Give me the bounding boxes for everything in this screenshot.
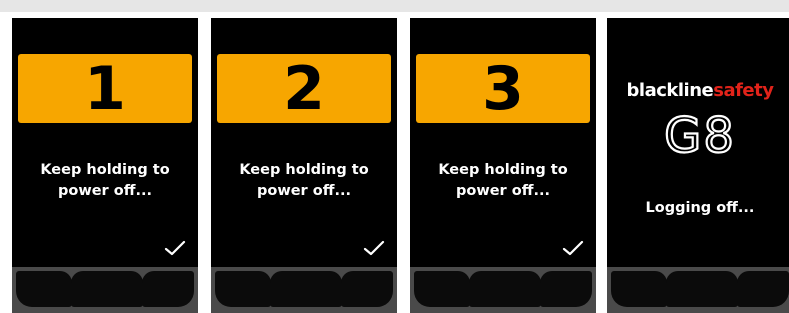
- softkey-bar: [211, 267, 397, 313]
- checkmark-icon: [363, 240, 385, 256]
- softkey-middle[interactable]: [71, 271, 143, 307]
- softkey-bar: [410, 267, 596, 313]
- device-screen-1: 1 Keep holding to power off...: [12, 18, 198, 313]
- message-line-2: power off...: [256, 183, 351, 199]
- countdown-number: 2: [283, 53, 325, 124]
- countdown-banner: 3: [416, 54, 590, 123]
- model-logo: G8: [663, 108, 736, 164]
- logging-off-status: Logging off...: [645, 200, 755, 216]
- brand-name-red: safety: [713, 80, 774, 101]
- message-line-1: Keep holding to: [40, 162, 170, 178]
- brand-name-black: blackline: [626, 80, 714, 101]
- power-off-message: Keep holding to power off...: [12, 160, 198, 202]
- countdown-number: 3: [482, 53, 524, 124]
- message-line-2: power off...: [57, 183, 152, 199]
- softkey-left[interactable]: [611, 271, 667, 307]
- softkey-left[interactable]: [414, 271, 470, 307]
- message-line-2: power off...: [455, 183, 550, 199]
- softkey-middle[interactable]: [666, 271, 738, 307]
- countdown-banner: 2: [217, 54, 391, 123]
- countdown-banner: 1: [18, 54, 192, 123]
- power-off-sequence: 1 Keep holding to power off... 2 Keep ho…: [0, 0, 789, 313]
- softkey-left[interactable]: [215, 271, 271, 307]
- power-off-message: Keep holding to power off...: [211, 160, 397, 202]
- softkey-middle[interactable]: [270, 271, 342, 307]
- top-strip: [0, 0, 789, 12]
- softkey-left[interactable]: [16, 271, 72, 307]
- power-off-message: Keep holding to power off...: [410, 160, 596, 202]
- device-screen-3: 3 Keep holding to power off...: [410, 18, 596, 313]
- device-screen-4: blacklinesafety G8 Logging off...: [607, 18, 789, 313]
- countdown-number: 1: [84, 53, 126, 124]
- checkmark-icon: [164, 240, 186, 256]
- softkey-bar: [12, 267, 198, 313]
- softkey-middle[interactable]: [469, 271, 541, 307]
- softkey-right[interactable]: [540, 271, 592, 307]
- checkmark-icon: [562, 240, 584, 256]
- softkey-right[interactable]: [737, 271, 789, 307]
- softkey-bar: [607, 267, 789, 313]
- softkey-right[interactable]: [341, 271, 393, 307]
- softkey-right[interactable]: [142, 271, 194, 307]
- message-line-1: Keep holding to: [438, 162, 568, 178]
- message-line-1: Keep holding to: [239, 162, 369, 178]
- brand-logo: blacklinesafety: [607, 80, 789, 101]
- device-screen-2: 2 Keep holding to power off...: [211, 18, 397, 313]
